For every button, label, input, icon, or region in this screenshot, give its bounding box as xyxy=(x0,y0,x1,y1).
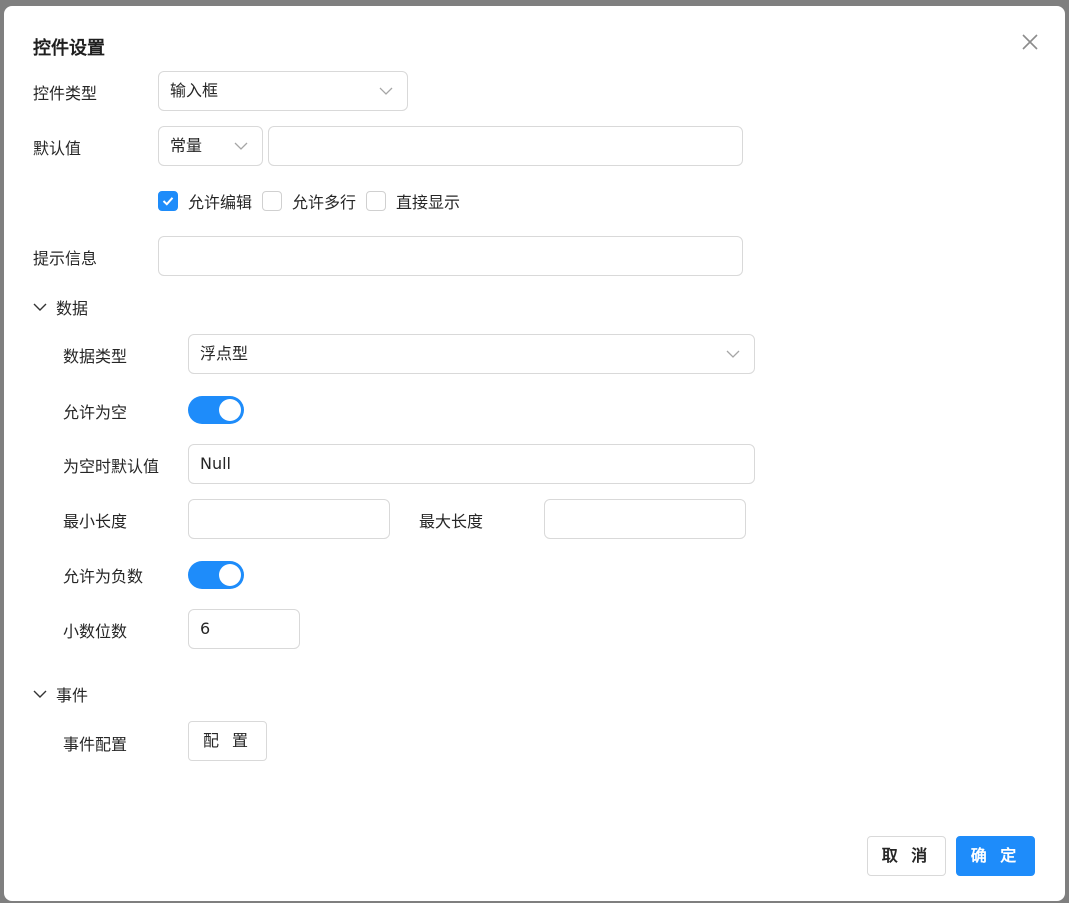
ok-button[interactable]: 确 定 xyxy=(956,836,1035,876)
chevron-down-icon xyxy=(33,303,47,311)
data-type-value: 浮点型 xyxy=(200,344,249,363)
chevron-down-icon xyxy=(33,690,47,698)
min-length-label: 最小长度 xyxy=(63,512,128,531)
data-section-header[interactable]: 数据 xyxy=(33,295,88,319)
data-section-title: 数据 xyxy=(56,299,89,318)
event-section-header[interactable]: 事件 xyxy=(33,682,88,706)
allow-edit-checkbox[interactable] xyxy=(158,191,178,211)
control-type-label: 控件类型 xyxy=(33,84,98,103)
chevron-down-icon xyxy=(726,350,740,358)
hint-label: 提示信息 xyxy=(33,249,98,268)
default-value-label: 默认值 xyxy=(33,139,82,158)
min-length-input[interactable] xyxy=(188,499,390,539)
show-directly-checkbox[interactable] xyxy=(366,191,387,211)
max-length-label: 最大长度 xyxy=(419,512,484,531)
allow-empty-label: 允许为空 xyxy=(63,403,128,422)
max-length-input[interactable] xyxy=(544,499,746,539)
allow-negative-toggle[interactable] xyxy=(188,561,244,589)
data-type-select[interactable]: 浮点型 xyxy=(188,334,755,374)
allow-multiline-label: 允许多行 xyxy=(292,193,357,212)
toggle-knob xyxy=(219,399,241,421)
decimals-label: 小数位数 xyxy=(63,622,128,641)
decimals-input[interactable]: 6 xyxy=(188,609,300,649)
event-config-button[interactable]: 配 置 xyxy=(188,721,267,761)
check-icon xyxy=(162,197,174,206)
default-mode-select[interactable]: 常量 xyxy=(158,126,263,166)
control-type-value: 输入框 xyxy=(170,81,219,100)
show-directly-label: 直接显示 xyxy=(396,193,461,212)
allow-edit-label: 允许编辑 xyxy=(188,193,253,212)
event-config-label: 事件配置 xyxy=(63,735,128,754)
close-icon[interactable] xyxy=(1018,30,1042,54)
control-type-select[interactable]: 输入框 xyxy=(158,71,408,111)
empty-default-input[interactable]: Null xyxy=(188,444,755,484)
chevron-down-icon xyxy=(379,87,393,95)
hint-input[interactable] xyxy=(158,236,743,276)
allow-multiline-checkbox[interactable] xyxy=(262,191,283,211)
default-mode-value: 常量 xyxy=(170,136,203,155)
settings-dialog: 控件设置 控件类型 输入框 默认值 常量 允许编辑 允许多行 直接显示 提示信息… xyxy=(4,6,1065,901)
option-checkboxes: 允许编辑 允许多行 直接显示 xyxy=(158,190,470,212)
allow-negative-label: 允许为负数 xyxy=(63,567,144,586)
dialog-title: 控件设置 xyxy=(33,38,105,59)
empty-default-label: 为空时默认值 xyxy=(63,457,160,476)
toggle-knob xyxy=(219,564,241,586)
event-section-title: 事件 xyxy=(56,686,89,705)
chevron-down-icon xyxy=(234,142,248,150)
data-type-label: 数据类型 xyxy=(63,347,128,366)
allow-empty-toggle[interactable] xyxy=(188,396,244,424)
cancel-button[interactable]: 取 消 xyxy=(867,836,946,876)
default-value-input[interactable] xyxy=(268,126,743,166)
